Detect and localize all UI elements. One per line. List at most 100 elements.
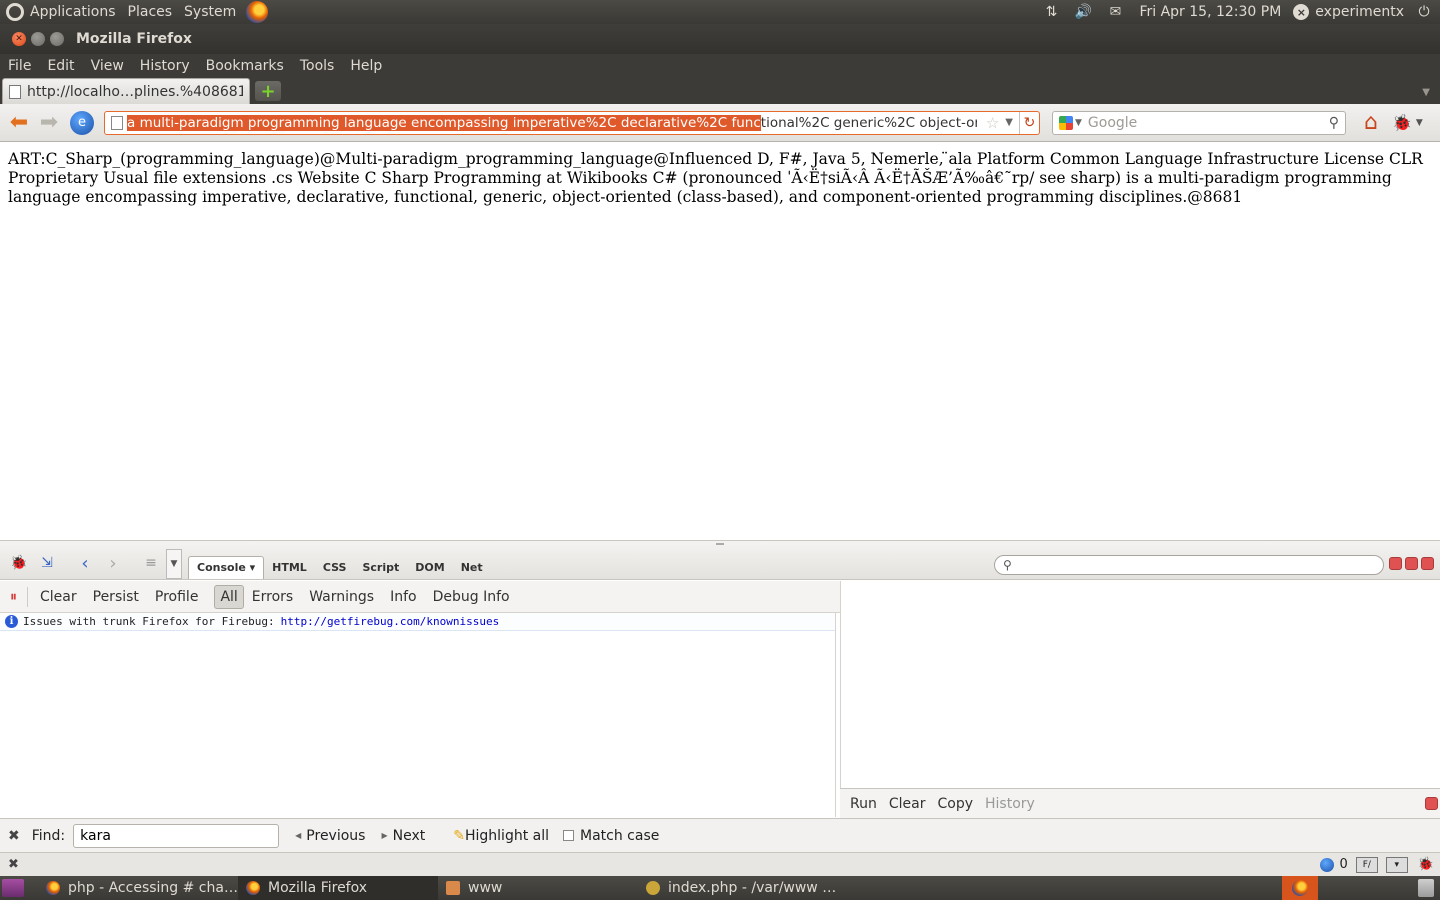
ubuntu-logo-icon[interactable] — [6, 3, 24, 21]
menu-bookmarks[interactable]: Bookmarks — [198, 54, 292, 78]
task-item[interactable]: www — [438, 876, 638, 900]
forward-button[interactable]: ➡ — [36, 110, 62, 136]
run-button[interactable]: Run — [844, 796, 883, 812]
firefox-launcher-icon[interactable] — [246, 1, 269, 23]
firebug-status-icon[interactable]: 🐞 — [1418, 857, 1434, 872]
find-previous-button[interactable]: ◀ Previous — [295, 828, 365, 844]
history-forward-icon[interactable]: › — [102, 551, 124, 575]
menu-view[interactable]: View — [83, 54, 132, 78]
close-addon-bar-icon[interactable]: ✖ — [8, 857, 19, 872]
window-maximize-button[interactable] — [50, 32, 64, 46]
window-minimize-button[interactable] — [31, 32, 45, 46]
page-text: ART:C_Sharp_(programming_language)@Multi… — [8, 150, 1423, 206]
filter-all-button[interactable]: All — [214, 584, 244, 609]
history-button[interactable]: History — [979, 796, 1041, 812]
firebug-icon[interactable]: 🐞 — [1392, 113, 1412, 132]
trash-icon[interactable] — [1418, 879, 1434, 897]
window-close-button[interactable]: ✕ — [12, 32, 26, 46]
find-previous-label: Previous — [306, 827, 366, 844]
power-icon[interactable]: ⏻ — [1415, 3, 1433, 21]
url-text[interactable]: a multi-paradigm programming language en… — [127, 114, 977, 131]
places-menu[interactable]: Places — [122, 0, 179, 24]
console-clear-button[interactable]: Clear — [32, 585, 85, 609]
firebug-search-input[interactable]: ⚲ — [994, 555, 1384, 575]
separator — [27, 586, 28, 607]
network-icon[interactable]: ⇅ — [1042, 3, 1060, 21]
bookmark-star-icon[interactable]: ☆ — [986, 114, 999, 132]
close-command-editor-button[interactable] — [1425, 797, 1438, 810]
console-break-icon[interactable]: ⏸ — [10, 589, 17, 605]
engine-dropdown-icon[interactable]: ▼ — [1075, 118, 1082, 128]
tab-css[interactable]: CSS — [315, 557, 355, 579]
filter-warnings-button[interactable]: Warnings — [301, 585, 382, 609]
show-desktop-icon[interactable] — [2, 879, 24, 897]
menu-help[interactable]: Help — [342, 54, 390, 78]
close-findbar-icon[interactable]: ✖ — [8, 828, 20, 844]
console-persist-button[interactable]: Persist — [85, 585, 147, 609]
mail-icon[interactable]: ✉ — [1106, 3, 1124, 21]
history-back-icon[interactable]: ‹ — [74, 551, 96, 575]
home-button[interactable]: ⌂ — [1358, 110, 1384, 136]
clock[interactable]: Fri Apr 15, 12:30 PM — [1131, 4, 1289, 20]
new-tab-button[interactable]: + — [255, 81, 281, 102]
panel-dropdown-icon[interactable]: ▼ — [166, 549, 182, 579]
filter-errors-button[interactable]: Errors — [244, 585, 301, 609]
fireftp-icon[interactable]: F/ — [1355, 856, 1378, 873]
tab-script[interactable]: Script — [354, 557, 407, 579]
system-menu[interactable]: System — [178, 0, 242, 24]
menu-tools[interactable]: Tools — [292, 54, 343, 78]
addon-dropdown-icon[interactable]: ▾ — [1385, 856, 1408, 873]
menu-file[interactable]: File — [0, 54, 39, 78]
console-profile-button[interactable]: Profile — [147, 585, 207, 609]
task-item[interactable]: php - Accessing # cha… — [38, 876, 238, 900]
command-editor[interactable] — [840, 581, 1440, 817]
tab-list-arrow-icon[interactable]: ▼ — [1422, 87, 1430, 98]
log-link[interactable]: http://getfirebug.com/knownissues — [281, 615, 500, 628]
window-titlebar[interactable]: ✕ Mozilla Firefox — [0, 24, 1440, 54]
google-engine-icon[interactable] — [1059, 115, 1073, 130]
back-button[interactable]: ⬅ — [6, 110, 32, 136]
search-input[interactable] — [1087, 114, 1323, 131]
reload-button[interactable]: ↻ — [1019, 111, 1039, 134]
find-label: Find: — [31, 827, 66, 844]
search-icon[interactable]: ⚲ — [1329, 115, 1339, 131]
tab-console[interactable]: Console ▾ — [188, 556, 265, 579]
url-history-dropdown-icon[interactable]: ▼ — [1005, 117, 1013, 128]
firebug-close-button[interactable] — [1421, 557, 1434, 570]
firebug-minimize-button[interactable] — [1389, 557, 1402, 570]
tab-html[interactable]: HTML — [264, 557, 315, 579]
find-input[interactable] — [73, 823, 280, 848]
find-next-button[interactable]: ▶ Next — [381, 828, 425, 844]
command-clear-button[interactable]: Clear — [883, 796, 932, 812]
volume-icon[interactable]: 🔊 — [1074, 3, 1092, 21]
task-item[interactable]: index.php - /var/www … — [638, 876, 838, 900]
browser-tab[interactable]: http://localho…plines.%408681 — [2, 78, 250, 104]
firebug-detach-button[interactable] — [1405, 557, 1418, 570]
filter-info-button[interactable]: Info — [382, 585, 425, 609]
tab-net[interactable]: Net — [453, 557, 491, 579]
firebug-menu-icon[interactable]: 🐞 — [8, 551, 30, 575]
copy-button[interactable]: Copy — [931, 796, 979, 812]
status-count: 0 — [1339, 857, 1348, 872]
url-bar[interactable]: a multi-paradigm programming language en… — [104, 110, 1040, 135]
tab-console-label: Console — [197, 561, 246, 574]
match-case-checkbox[interactable] — [563, 830, 574, 841]
tab-dom[interactable]: DOM — [407, 557, 452, 579]
menu-edit[interactable]: Edit — [39, 54, 82, 78]
ie-tab-status-icon[interactable] — [1319, 857, 1334, 872]
task-item[interactable]: Mozilla Firefox — [238, 876, 438, 900]
menu-history[interactable]: History — [132, 54, 198, 78]
firefox-tray-button[interactable] — [1282, 876, 1318, 900]
firefox-icon — [46, 881, 60, 895]
ie-tab-icon[interactable]: e — [70, 110, 94, 135]
applications-menu[interactable]: Applications — [24, 0, 122, 24]
resize-grip[interactable] — [716, 543, 724, 545]
site-identity-icon[interactable] — [111, 115, 123, 130]
panel-list-icon[interactable]: ≡ — [140, 551, 162, 575]
match-case-label[interactable]: Match case — [580, 828, 659, 844]
firebug-dropdown-icon[interactable]: ▼ — [1416, 118, 1423, 128]
inspect-icon[interactable]: ⇲ — [36, 551, 58, 575]
user-menu[interactable]: × experimentx — [1289, 4, 1408, 20]
highlight-all-button[interactable]: ✎ Highlight all — [441, 828, 549, 844]
filter-debug-info-button[interactable]: Debug Info — [425, 585, 518, 609]
